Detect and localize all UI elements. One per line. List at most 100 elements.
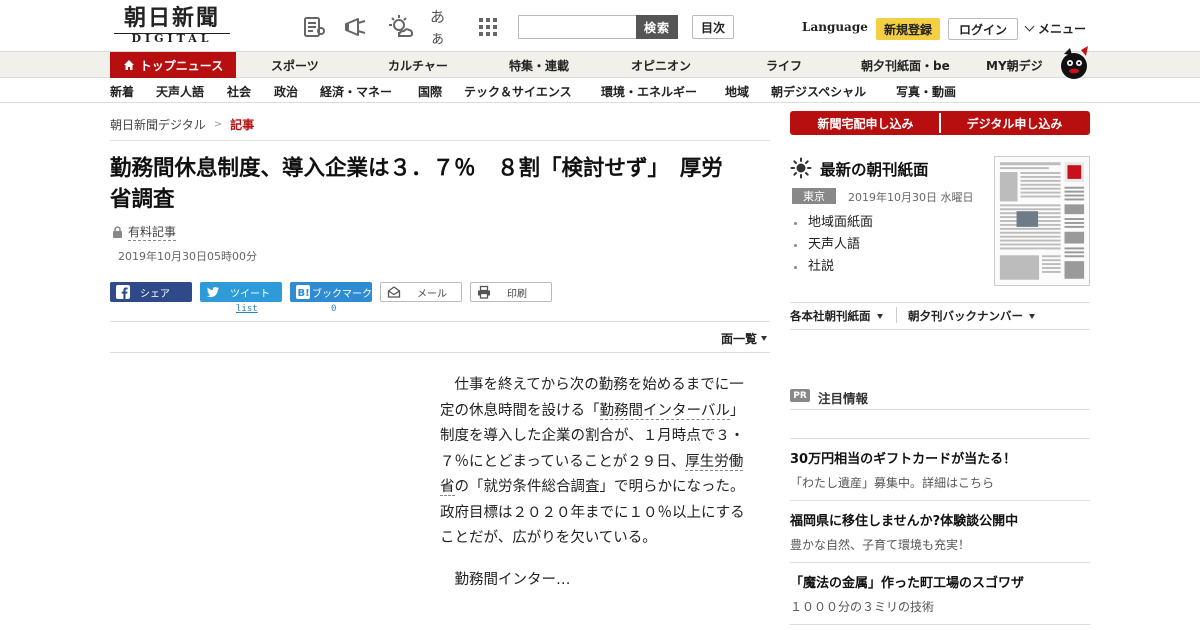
- site-logo[interactable]: 朝日新聞 DIGITAL: [114, 6, 230, 46]
- nav-society[interactable]: 社会: [227, 79, 251, 103]
- font-size-icon[interactable]: あぁ: [430, 8, 458, 47]
- nav-culture[interactable]: カルチャー: [388, 52, 448, 78]
- newspaper-thumbnail[interactable]: [994, 156, 1090, 286]
- paper-link-regional[interactable]: 地域面紙面: [794, 212, 873, 234]
- nav-latest[interactable]: 新着: [110, 79, 134, 103]
- keyword-link-interval[interactable]: 勤務間インターバル: [599, 402, 730, 420]
- search-input[interactable]: [518, 15, 636, 39]
- mail-share-button[interactable]: メール: [380, 282, 462, 302]
- lock-icon: [113, 226, 122, 238]
- breadcrumb: 朝日新聞デジタル > 記事: [110, 116, 254, 133]
- search-button[interactable]: 検索: [636, 15, 678, 39]
- megaphone-icon[interactable]: [342, 13, 370, 41]
- twitter-share-label: ツイート: [230, 288, 270, 300]
- page-list-dropdown[interactable]: 面一覧: [721, 330, 768, 347]
- mascot-character-icon[interactable]: [1056, 44, 1092, 80]
- backnumber-label: 朝夕刊バックナンバー: [908, 309, 1023, 323]
- sun-icon: [790, 157, 812, 179]
- divider: [896, 307, 897, 323]
- paid-article-label: 有料記事: [128, 225, 177, 241]
- subscribe-digital-button[interactable]: デジタル申し込み: [939, 113, 1088, 133]
- paper-link-editorial[interactable]: 社説: [794, 256, 873, 278]
- pr-item-headline: 「魔法の金属」作った町工場のスゴワザ: [790, 576, 1025, 591]
- divider: [110, 140, 770, 141]
- logo-divider: [114, 33, 230, 34]
- nav-top-news[interactable]: トップニュース: [110, 52, 236, 78]
- pr-item[interactable]: 福岡県に移住しませんか?体験談公開中 豊かな自然、子育て環境も充実！: [790, 513, 1090, 555]
- nav-features[interactable]: 特集・連載: [509, 52, 569, 78]
- nav-tech-science[interactable]: テック＆サイエンス: [464, 79, 572, 103]
- latest-paper-title[interactable]: 最新の朝刊紙面: [820, 158, 929, 180]
- login-button[interactable]: ログイン: [948, 18, 1018, 40]
- bullet-icon: [794, 221, 797, 225]
- facebook-share-button[interactable]: シェア: [110, 282, 192, 302]
- nav-international[interactable]: 国際: [418, 79, 442, 103]
- nav-region[interactable]: 地域: [725, 79, 749, 103]
- bullet-icon: [794, 243, 797, 247]
- paid-article-badge[interactable]: 有料記事: [112, 223, 177, 241]
- nav-life[interactable]: ライフ: [766, 52, 802, 78]
- article-paragraph: 仕事を終えてから次の勤務を始めるまでに一定の休息時間を設ける「勤務間インターバル…: [440, 373, 750, 552]
- body-text: の「就労条件総合調査」で明らかになった。政府目標は２０２０年までに１０％以上にす…: [440, 479, 745, 546]
- page-list-label: 面一覧: [721, 332, 758, 346]
- breadcrumb-home[interactable]: 朝日新聞デジタル: [110, 116, 206, 133]
- printer-icon: [478, 285, 490, 299]
- nav-politics[interactable]: 政治: [274, 79, 298, 103]
- weather-icon[interactable]: [386, 13, 414, 41]
- nav-top-news-label: トップニュース: [139, 58, 224, 73]
- home-icon: [123, 60, 134, 70]
- branch-paper-dropdown[interactable]: 各本社朝刊紙面: [790, 308, 883, 324]
- nav-economy[interactable]: 経済・マネー: [320, 79, 392, 103]
- svg-text:B!: B!: [298, 288, 310, 299]
- language-link[interactable]: Language: [802, 20, 868, 34]
- nav-special[interactable]: 朝デジスペシャル: [771, 79, 866, 103]
- nav-environment[interactable]: 環境・エネルギー: [601, 79, 697, 103]
- facebook-icon: [116, 285, 130, 299]
- pr-item-headline: 福岡県に移住しませんか?体験談公開中: [790, 514, 1019, 529]
- mail-share-label: メール: [417, 288, 447, 300]
- subscribe-box: 新聞宅配申し込み デジタル申し込み: [790, 111, 1090, 135]
- pr-item[interactable]: 「魔法の金属」作った町工場のスゴワザ １０００分の３ミリの技術: [790, 575, 1090, 617]
- divider: [790, 329, 1090, 330]
- nav-my-asadigi[interactable]: MY朝デジ: [986, 52, 1043, 78]
- grid-menu-icon[interactable]: [474, 13, 502, 41]
- facebook-share-label: シェア: [140, 288, 170, 300]
- nav-tensei-jingo[interactable]: 天声人語: [156, 79, 204, 103]
- pr-item-subtext: １０００分の３ミリの技術: [790, 600, 935, 614]
- pr-item[interactable]: 30万円相当のギフトカードが当たる！ 「わたし遺産」募集中。詳細はこちら: [790, 451, 1090, 493]
- branch-paper-label: 各本社朝刊紙面: [790, 309, 871, 323]
- paper-date: 2019年10月30日 水曜日: [848, 191, 974, 204]
- hatena-count: 0: [331, 304, 337, 314]
- subscribe-paper-button[interactable]: 新聞宅配申し込み: [792, 113, 939, 133]
- paper-links-list: 地域面紙面 天声人語 社説: [794, 212, 873, 278]
- pr-badge: PR: [790, 389, 810, 402]
- mail-icon: [387, 286, 401, 298]
- logo-sub-text: DIGITAL: [131, 32, 213, 45]
- nav-paper-be[interactable]: 朝夕刊紙面・be: [861, 52, 950, 78]
- menu-button[interactable]: メニュー: [1024, 20, 1087, 37]
- site-header: 朝日新聞 DIGITAL あぁ 検索 目次 Language 新規登録 ログイン…: [0, 0, 1200, 52]
- secondary-nav: 新着 天声人語 社会 政治 経済・マネー 国際 テック＆サイエンス 環境・エネル…: [0, 79, 1200, 103]
- twitter-share-button[interactable]: ツイート: [200, 282, 282, 302]
- twitter-count[interactable]: list: [236, 304, 258, 314]
- edition-badge: 東京: [792, 188, 836, 204]
- primary-nav: トップニュース スポーツ カルチャー 特集・連載 オピニオン ライフ 朝夕刊紙面…: [0, 52, 1200, 78]
- paper-link-label: 天声人語: [808, 237, 861, 252]
- print-button[interactable]: 印刷: [470, 282, 552, 302]
- newspaper-viewer-icon[interactable]: [300, 13, 328, 41]
- paper-link-tensei-jingo[interactable]: 天声人語: [794, 234, 873, 256]
- menu-label: メニュー: [1038, 22, 1087, 36]
- index-button[interactable]: 目次: [692, 15, 734, 39]
- register-button[interactable]: 新規登録: [876, 18, 940, 40]
- backnumber-dropdown[interactable]: 朝夕刊バックナンバー: [908, 308, 1035, 324]
- divider: [110, 352, 770, 353]
- hatena-bookmark-button[interactable]: B! ブックマーク: [290, 282, 372, 302]
- twitter-bird-icon: [206, 287, 219, 298]
- nav-sports[interactable]: スポーツ: [271, 52, 319, 78]
- nav-photo-video[interactable]: 写真・動画: [896, 79, 956, 103]
- article-paragraph-truncated: 勤務間インター…: [454, 571, 571, 588]
- caret-down-icon: [876, 313, 883, 319]
- nav-opinion[interactable]: オピニオン: [631, 52, 691, 78]
- pr-item-subtext: 豊かな自然、子育て環境も充実！: [790, 538, 971, 552]
- divider: [790, 438, 1090, 439]
